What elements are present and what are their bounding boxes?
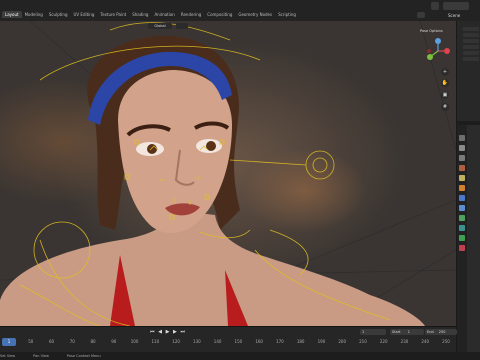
tab-modeling[interactable]: Modeling bbox=[22, 11, 46, 18]
jump-start-icon[interactable]: ⏮ bbox=[150, 329, 156, 335]
start-frame-field[interactable]: Start 1 bbox=[390, 329, 424, 335]
scene-label: Scene bbox=[448, 13, 461, 18]
outliner-panel[interactable] bbox=[456, 21, 480, 121]
tab-layout[interactable]: Layout bbox=[2, 11, 22, 18]
tab-geometry-nodes[interactable]: Geometry Nodes bbox=[235, 11, 275, 18]
object-tab-icon[interactable] bbox=[459, 185, 465, 191]
constraints-tab-icon[interactable] bbox=[459, 225, 465, 231]
tab-sculpting[interactable]: Sculpting bbox=[46, 11, 71, 18]
world-tab-icon[interactable] bbox=[459, 175, 465, 181]
data-tab-icon[interactable] bbox=[459, 235, 465, 241]
tab-uv-editing[interactable]: UV Editing bbox=[71, 11, 98, 18]
tab-animation[interactable]: Animation bbox=[151, 11, 177, 18]
transform-orientation-select[interactable]: Global bbox=[148, 23, 172, 29]
z-axis-handle[interactable] bbox=[435, 38, 441, 44]
ruler-tick: 100 bbox=[130, 339, 139, 344]
playback-controls: ⏮ ◀ ▶ ▶ ⏭ bbox=[150, 329, 186, 335]
play-icon[interactable]: ▶ bbox=[166, 329, 171, 335]
status-bar: Set View Pan View Pose Context Menu bbox=[0, 352, 480, 360]
ruler-tick: 180 bbox=[296, 339, 305, 344]
character-render bbox=[0, 21, 456, 326]
end-value: 250 bbox=[438, 330, 446, 334]
outliner-row[interactable] bbox=[463, 33, 479, 37]
next-keyframe-icon[interactable]: ▶ bbox=[173, 329, 178, 335]
x-axis-handle[interactable] bbox=[444, 48, 450, 54]
ruler-tick: 110 bbox=[151, 339, 160, 344]
scene-tab-icon[interactable] bbox=[459, 165, 465, 171]
ruler-tick: 120 bbox=[172, 339, 180, 344]
ruler-tick: 250 bbox=[442, 339, 450, 344]
outliner-row[interactable] bbox=[463, 27, 479, 31]
grid-toggle-icon[interactable]: # bbox=[441, 103, 449, 111]
status-item: Pose Context Menu bbox=[66, 354, 101, 358]
tab-rendering[interactable]: Rendering bbox=[178, 11, 204, 18]
tab-texture-paint[interactable]: Texture Paint bbox=[97, 11, 129, 18]
outliner-row[interactable] bbox=[463, 57, 479, 61]
left-iris bbox=[147, 144, 157, 154]
end-frame-field[interactable]: End 250 bbox=[425, 329, 457, 335]
ruler-tick: 170 bbox=[276, 339, 284, 344]
prev-keyframe-icon[interactable]: ◀ bbox=[158, 329, 163, 335]
zoom-icon[interactable]: + bbox=[441, 68, 449, 76]
material-tab-icon[interactable] bbox=[459, 245, 465, 251]
ruler-tick: 50 bbox=[28, 339, 34, 344]
y-axis-handle[interactable] bbox=[427, 54, 433, 60]
current-frame-field[interactable]: 1 bbox=[360, 329, 386, 335]
ruler-tick: 240 bbox=[421, 339, 430, 344]
pose-options-menu[interactable]: Pose Options bbox=[420, 29, 443, 33]
status-item: Pan View bbox=[33, 354, 49, 358]
end-label: End bbox=[427, 330, 434, 334]
timeline-panel[interactable]: ⏮ ◀ ▶ ▶ ⏭ 1 Start 1 End 250 405060708090… bbox=[0, 326, 457, 353]
navigation-gizmo[interactable] bbox=[425, 38, 451, 64]
frame-cursor[interactable]: 1 bbox=[2, 338, 16, 346]
ruler-tick: 70 bbox=[69, 339, 75, 344]
ruler-tick: 190 bbox=[317, 339, 326, 344]
ruler-tick: 130 bbox=[193, 339, 201, 344]
workspace-tabs: Layout Modeling Sculpting UV Editing Texture… bbox=[2, 11, 299, 18]
particles-tab-icon[interactable] bbox=[459, 205, 465, 211]
output-tab-icon[interactable] bbox=[459, 155, 465, 161]
pan-hand-icon[interactable]: ✋ bbox=[441, 79, 449, 87]
outliner-row[interactable] bbox=[463, 39, 479, 43]
ruler-tick: 220 bbox=[379, 339, 388, 344]
modifier-tab-icon[interactable] bbox=[459, 195, 465, 201]
properties-panel[interactable] bbox=[456, 125, 480, 360]
ruler-tick: 140 bbox=[213, 339, 222, 344]
scene-name-field[interactable] bbox=[443, 2, 469, 10]
ruler-tick: 200 bbox=[338, 339, 347, 344]
workspace-topbar: Layout Modeling Sculpting UV Editing Texture… bbox=[0, 0, 480, 21]
outliner-row[interactable] bbox=[463, 51, 479, 55]
ruler-tick: 90 bbox=[111, 339, 117, 344]
start-label: Start bbox=[392, 330, 401, 334]
scene-selector-button[interactable] bbox=[431, 2, 439, 10]
viewport-header: Global bbox=[0, 21, 456, 31]
physics-tab-icon[interactable] bbox=[459, 215, 465, 221]
3d-viewport[interactable]: Global Pose Options + ✋ ▣ # bbox=[0, 21, 456, 326]
neg-x-axis-handle[interactable] bbox=[427, 49, 431, 53]
render-tab-icon[interactable] bbox=[459, 145, 465, 151]
pivot-select[interactable] bbox=[176, 23, 188, 29]
ruler-tick: 60 bbox=[48, 339, 55, 344]
tab-compositing[interactable]: Compositing bbox=[204, 11, 235, 18]
ruler-tick: 210 bbox=[359, 339, 367, 344]
tab-scripting[interactable]: Scripting bbox=[275, 11, 299, 18]
status-item: Set View bbox=[0, 354, 16, 358]
scene-icon bbox=[417, 12, 425, 18]
timeline-ruler[interactable]: 4050607080901001101201301401501601701801… bbox=[0, 339, 456, 349]
top-right-controls: Scene bbox=[415, 0, 480, 21]
ruler-tick: 230 bbox=[400, 339, 409, 344]
outliner-row[interactable] bbox=[463, 45, 479, 49]
camera-view-icon[interactable]: ▣ bbox=[441, 91, 449, 99]
tab-shading[interactable]: Shading bbox=[129, 11, 151, 18]
tool-tab-icon[interactable] bbox=[459, 135, 465, 141]
jump-end-icon[interactable]: ⏭ bbox=[180, 329, 186, 335]
ruler-tick: 80 bbox=[90, 339, 96, 344]
ruler-tick: 150 bbox=[234, 339, 243, 344]
properties-tabs bbox=[457, 125, 467, 360]
ruler-tick: 160 bbox=[255, 339, 263, 344]
start-value: 1 bbox=[407, 330, 410, 334]
